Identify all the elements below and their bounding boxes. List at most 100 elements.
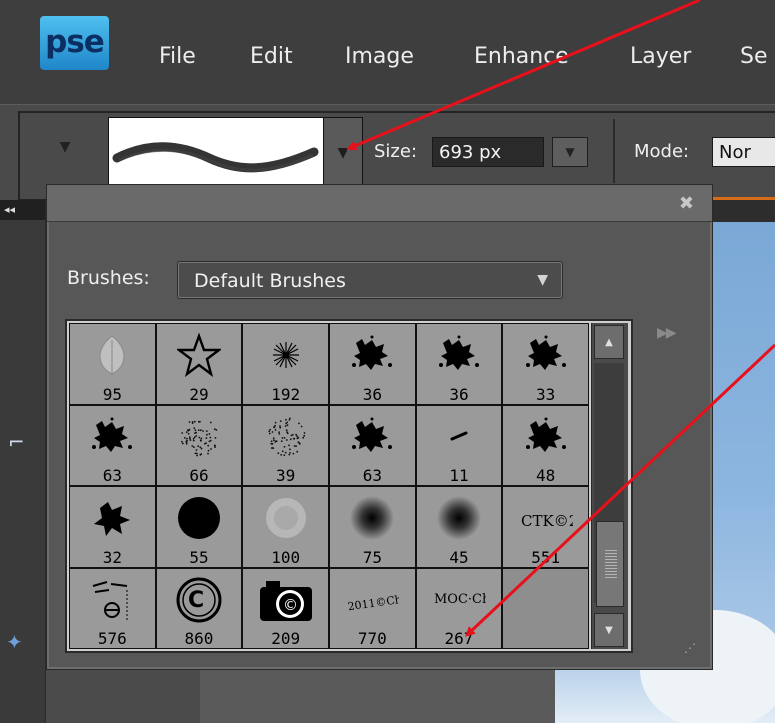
brush-grid: 95 29 192 36 36 33 63 66 39 63 11 48 32 55 100 75 45 CTK©… <box>69 323 589 649</box>
brush-tip-192[interactable]: 192 <box>242 323 329 405</box>
brush-tip-576[interactable]: 576 <box>69 567 156 649</box>
brush-grid-scrollbar[interactable]: ▲ ▼ <box>591 323 628 649</box>
scroll-up-icon[interactable]: ▲ <box>594 325 624 359</box>
brush-size-label: 576 <box>97 629 127 648</box>
brush-library-value: Default Brushes <box>194 270 346 292</box>
speckle-brush-icon <box>257 412 315 462</box>
size-input[interactable]: 693 px <box>432 137 544 167</box>
brush-size-label: 267 <box>444 629 474 648</box>
brush-tip-33[interactable]: 33 <box>502 323 589 405</box>
brush-size-label: 45 <box>449 547 469 567</box>
size-slider-dropdown-icon[interactable]: ▼ <box>552 137 588 167</box>
brush-tip-11[interactable]: 11 <box>415 404 503 486</box>
stamp-text-3-brush-icon: MOC·Chef <box>430 575 488 625</box>
popup-title-bar: ✖ <box>47 185 712 222</box>
menu-select[interactable]: Se <box>740 40 768 74</box>
brush-size-label: 63 <box>102 466 122 485</box>
brush-size-label: 33 <box>536 384 556 404</box>
brush-size-label: 39 <box>276 466 296 485</box>
soft-round-brush-icon <box>343 493 401 543</box>
scatter-dark-brush-icon <box>343 330 401 380</box>
brush-size-label: 36 <box>362 384 382 404</box>
brush-picker-popup: ✖ Brushes: Default Brushes ▼ ▶▶ 95 29 192 3… <box>46 184 713 670</box>
brush-library-select[interactable]: Default Brushes ▼ <box>177 261 563 299</box>
menu-enhance[interactable]: Enhance <box>474 40 569 74</box>
close-icon[interactable]: ✖ <box>679 193 694 214</box>
brush-tip-860[interactable]: C 860 <box>155 567 243 649</box>
brush-tip-36[interactable]: 36 <box>328 323 416 405</box>
brush-tip-267[interactable]: MOC·Chef 267 <box>415 567 503 649</box>
chevron-down-icon: ▼ <box>537 272 548 288</box>
brush-tip-100[interactable]: 100 <box>242 486 329 568</box>
brush-tip-66[interactable]: 66 <box>155 404 243 486</box>
brush-tip-770[interactable]: 2011©Chef 770 <box>328 567 416 649</box>
menu-edit[interactable]: Edit <box>250 40 293 74</box>
resize-grip-icon[interactable]: ⋰ <box>684 641 706 663</box>
brush-tip-63[interactable]: 63 <box>328 404 416 486</box>
brush-tip-32[interactable]: 32 <box>69 486 156 568</box>
scatter-dark-brush-icon <box>517 330 575 380</box>
toolbox-collapse-icon[interactable]: ◂◂ <box>0 200 45 220</box>
mode-select[interactable]: Nor <box>712 137 775 167</box>
brush-size-label: 209 <box>271 629 301 648</box>
scatter-dark-brush-icon <box>343 412 401 462</box>
stamp-text-brush-icon: CTK©2000 <box>517 493 575 543</box>
starburst-brush-icon <box>257 330 315 380</box>
svg-text:2011©Chef: 2011©Chef <box>347 591 399 613</box>
brush-size-label: 66 <box>189 466 209 485</box>
brush-size-label: 32 <box>102 547 122 567</box>
splat-brush-icon <box>83 493 141 543</box>
brush-tip-45[interactable]: 45 <box>415 486 503 568</box>
brush-size-label: 551 <box>531 547 561 567</box>
star-tool-icon[interactable]: ✦ <box>6 630 23 654</box>
brush-size-label: 100 <box>271 547 301 567</box>
empty-brush-slot <box>502 567 589 649</box>
brush-size-label: 95 <box>102 384 122 404</box>
menu-layer[interactable]: Layer <box>630 40 691 74</box>
svg-text:MOC·Chef: MOC·Chef <box>434 592 486 607</box>
camera-brush-icon: © <box>257 575 315 625</box>
ornament-brush-icon <box>83 575 141 625</box>
brushes-label: Brushes: <box>67 267 150 289</box>
svg-text:©: © <box>283 596 298 614</box>
move-tool-icon[interactable]: ⌐ <box>8 430 25 454</box>
brush-tip-55[interactable]: 55 <box>155 486 243 568</box>
brush-picker-dropdown-icon[interactable]: ▼ <box>323 117 363 189</box>
brush-tip-29[interactable]: 29 <box>155 323 243 405</box>
brush-size-label: 36 <box>449 384 469 404</box>
tool-preset-dropdown-icon[interactable]: ▼ <box>52 139 78 157</box>
brush-size-label: 63 <box>362 466 382 485</box>
brush-size-label: 860 <box>184 629 214 648</box>
scatter-dark-brush-icon <box>517 412 575 462</box>
brush-tip-63[interactable]: 63 <box>69 404 156 486</box>
menu-image[interactable]: Image <box>345 40 414 74</box>
brush-size-label: 770 <box>357 629 387 648</box>
svg-text:CTK©2000: CTK©2000 <box>521 512 573 530</box>
options-divider <box>613 119 615 183</box>
brush-tip-209[interactable]: © 209 <box>242 567 329 649</box>
scroll-down-icon[interactable]: ▼ <box>594 613 624 647</box>
brush-stroke-preview[interactable] <box>108 117 324 189</box>
scroll-thumb[interactable] <box>596 521 624 607</box>
stamp-text-2-brush-icon: 2011©Chef <box>343 575 401 625</box>
brush-tip-48[interactable]: 48 <box>502 404 589 486</box>
panel-menu-icon[interactable]: ▶▶ <box>657 325 676 341</box>
brush-size-label: 192 <box>271 384 301 404</box>
mode-label: Mode: <box>634 141 690 162</box>
brush-tip-95[interactable]: 95 <box>69 323 156 405</box>
toolbox: ⌐ ✦ <box>0 200 46 723</box>
copyright-brush-icon: C <box>170 575 228 625</box>
brush-size-label: 75 <box>362 547 382 567</box>
app-window: pse File Edit Image Enhance Layer Se ▼ ▼… <box>0 0 775 723</box>
size-label: Size: <box>374 141 418 162</box>
brush-size-label: 11 <box>449 466 469 485</box>
brush-tip-39[interactable]: 39 <box>242 404 329 486</box>
menu-file[interactable]: File <box>159 40 196 74</box>
brush-tip-551[interactable]: CTK©2000 551 <box>502 486 589 568</box>
brush-tip-75[interactable]: 75 <box>328 486 416 568</box>
brush-grid-frame: 95 29 192 36 36 33 63 66 39 63 11 48 32 55 100 75 45 CTK©… <box>65 319 633 653</box>
speckle-brush-icon <box>170 412 228 462</box>
soft-round-brush-icon <box>430 493 488 543</box>
brush-tip-36[interactable]: 36 <box>415 323 503 405</box>
brush-stroke-icon <box>112 142 319 173</box>
